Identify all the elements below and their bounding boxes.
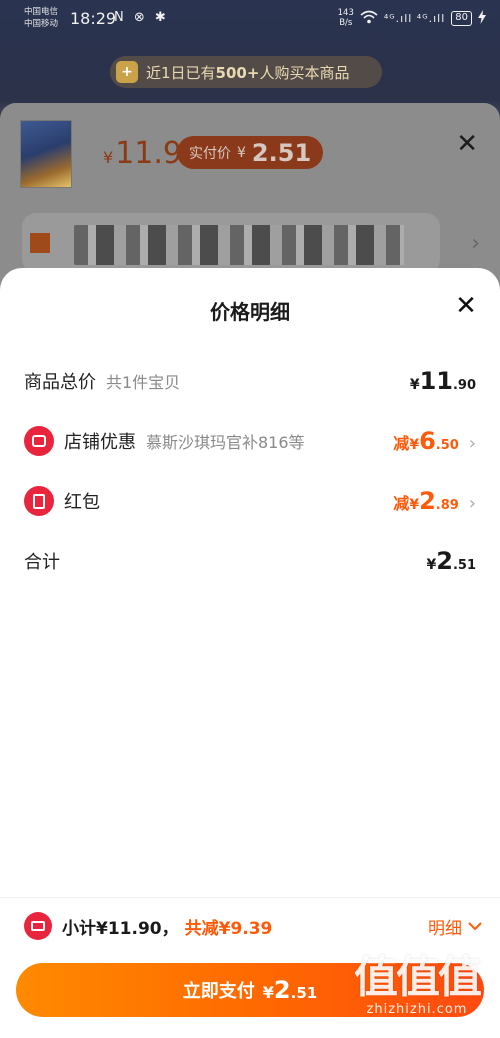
detail-label: 明细: [428, 918, 462, 939]
net-speed-value: 143: [337, 8, 354, 18]
sum-int: 2: [436, 547, 453, 575]
red-packet-label: 红包: [64, 492, 100, 513]
carrier-1: 中国电信: [24, 7, 59, 17]
subtotal-row: 小计¥11.90， 共减¥9.39 明细: [24, 906, 482, 946]
total-count: 共1件宝贝: [106, 373, 181, 392]
status-time: 18:29: [70, 9, 117, 28]
pay-label: 立即支付: [182, 981, 255, 1002]
sku-close-icon[interactable]: ✕: [456, 129, 478, 159]
row-shop-discount[interactable]: 店铺优惠 慕斯沙琪玛官补816等 减 ¥6.50 ›: [24, 421, 476, 461]
product-thumbnail: [20, 120, 72, 188]
wifi-icon: [360, 10, 378, 27]
sku-option-row[interactable]: [22, 213, 440, 273]
total-label: 商品总价: [24, 372, 96, 393]
pay-currency: ¥: [262, 983, 274, 1002]
status-bar: 中国电信 中国移动 18:29 N ⊗ ✱ 143 B/s ⁴ᴳ.ıll ⁴ᴳ.…: [0, 0, 500, 38]
chevron-right-icon: ›: [468, 493, 476, 514]
ticket-icon: [24, 912, 52, 940]
charging-icon: [478, 9, 486, 27]
status-right-group: 143 B/s ⁴ᴳ.ıll ⁴ᴳ.ıll 80: [338, 8, 486, 28]
blurred-text: [74, 225, 404, 265]
sku-price-value: 11.9: [115, 136, 182, 171]
close-icon[interactable]: ✕: [450, 290, 482, 322]
watermark-url: zhizhizhi.com: [366, 1002, 468, 1017]
status-left-icons: N ⊗ ✱: [114, 10, 169, 25]
red-packet-prefix: 减: [393, 494, 410, 513]
total-discount-text: 共减¥9.39: [184, 918, 273, 939]
sku-price: ¥11.9: [103, 136, 182, 171]
net-speed: 143 B/s: [338, 8, 354, 28]
row-item-total: 商品总价 共1件宝贝 ¥11.90: [24, 361, 476, 401]
sku-real-price-badge: 实付价 ¥ 2.51: [177, 136, 324, 169]
signal-icon: ⁴ᴳ.ıll ⁴ᴳ.ıll: [383, 11, 446, 25]
pay-dec: .51: [290, 984, 318, 1002]
net-speed-unit: B/s: [339, 18, 353, 28]
shop-discount-label: 店铺优惠: [64, 432, 136, 453]
promo-suffix: 人购买本商品: [259, 63, 350, 82]
red-packet-currency: ¥: [409, 497, 420, 513]
total-dec: .90: [452, 378, 476, 393]
shop-discount-prefix: 减: [393, 434, 410, 453]
red-packet-int: 2: [419, 487, 436, 515]
sheet-title: 价格明细: [210, 300, 290, 324]
total-price: ¥11.90: [410, 367, 476, 395]
sum-currency: ¥: [426, 557, 437, 573]
watermark: 值值值 zhizhizhi.com: [342, 952, 492, 1032]
red-packet-dec: .89: [435, 498, 459, 513]
row-red-packet[interactable]: 红包 减 ¥2.89 ›: [24, 481, 476, 521]
sku-real-price-currency: ¥: [237, 144, 246, 161]
sku-price-currency: ¥: [103, 148, 114, 167]
watermark-logo: 值值值: [354, 952, 482, 1003]
carrier-2: 中国移动: [24, 19, 59, 29]
blurred-logo: [30, 233, 50, 253]
chevron-right-icon: ›: [471, 231, 480, 256]
promo-prefix: 近1日已有: [146, 63, 216, 82]
sku-real-price-label: 实付价: [189, 145, 231, 162]
chevron-right-icon: ›: [468, 433, 476, 454]
promo-banner: + 近1日已有500+人购买本商品: [110, 56, 382, 88]
shop-icon: [24, 426, 54, 456]
shop-discount-amount: 减 ¥6.50 ›: [393, 427, 476, 455]
total-currency: ¥: [409, 377, 420, 393]
pay-amount: ¥2.51: [263, 976, 317, 1004]
red-packet-amount: 减 ¥2.89 ›: [393, 487, 476, 515]
promo-text: 近1日已有500+人购买本商品: [146, 62, 349, 83]
shop-discount-int: 6: [419, 427, 436, 455]
sum-label: 合计: [24, 552, 60, 573]
row-sum: 合计 ¥2.51: [24, 541, 476, 581]
battery-icon: 80: [451, 10, 472, 26]
total-int: 11: [419, 367, 453, 395]
subtotal-text: 小计¥11.90，: [62, 918, 179, 939]
sum-dec: .51: [452, 558, 476, 573]
chevron-down-icon: [468, 916, 482, 936]
bottom-divider: [0, 897, 500, 898]
bag-icon: +: [116, 61, 138, 83]
red-packet-icon: [24, 486, 54, 516]
shop-discount-dec: .50: [435, 438, 459, 453]
sku-real-price-value: 2.51: [251, 138, 312, 167]
pay-int: 2: [273, 976, 291, 1004]
shop-discount-currency: ¥: [409, 437, 420, 453]
sum-price: ¥2.51: [427, 547, 476, 575]
detail-toggle-button[interactable]: 明细: [428, 914, 482, 939]
shop-discount-desc: 慕斯沙琪玛官补816等: [146, 433, 305, 452]
promo-count: 500+: [215, 63, 260, 82]
carrier-labels: 中国电信 中国移动: [24, 6, 58, 30]
